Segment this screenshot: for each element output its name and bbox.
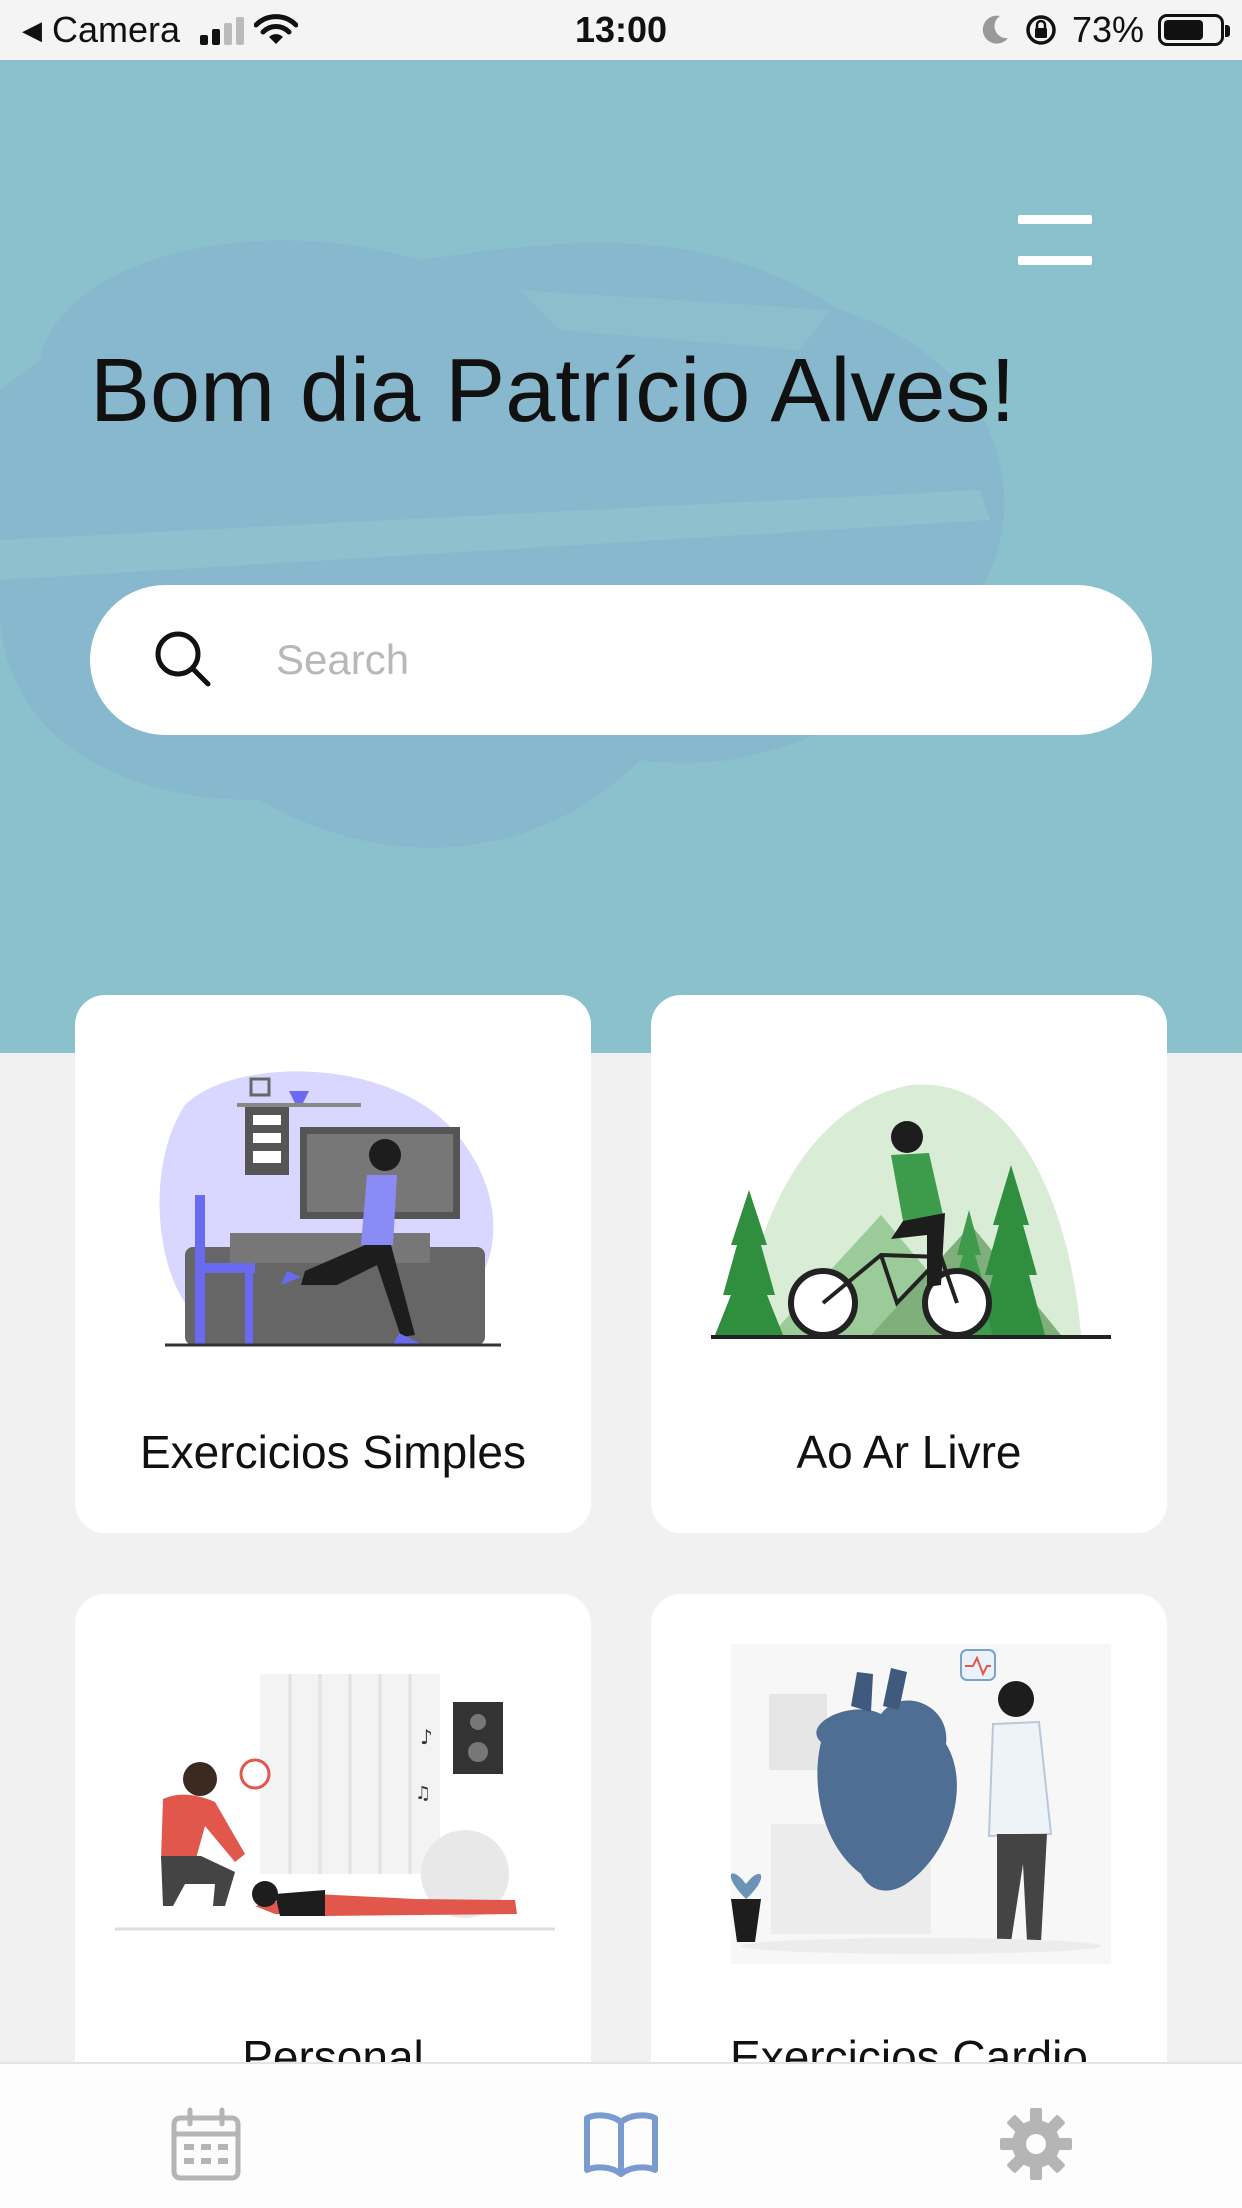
background-blob <box>0 240 1005 848</box>
svg-text:♫: ♫ <box>415 1783 431 1804</box>
status-bar: ◀ Camera 13:00 73% <box>0 0 1242 60</box>
greeting-title: Bom dia Patrício Alves! <box>90 341 1016 441</box>
battery-percent: 73% <box>1071 9 1144 50</box>
category-card-ao-ar-livre[interactable]: Ao Ar Livre <box>651 995 1167 1533</box>
orientation-lock-icon <box>1026 15 1056 45</box>
nav-calendar[interactable] <box>166 2104 246 2184</box>
svg-text:♪: ♪ <box>420 1725 433 1749</box>
category-label: Exercicios Simples <box>140 1426 526 1478</box>
moon-icon <box>982 15 1008 44</box>
category-card-exercicios-simples[interactable]: Exercicios Simples <box>75 995 591 1533</box>
hamburger-menu-icon <box>1018 215 1092 224</box>
status-right: 73% <box>980 9 1230 51</box>
battery-icon <box>1158 14 1230 46</box>
search-bar[interactable] <box>90 585 1152 735</box>
nav-settings[interactable] <box>996 2104 1076 2184</box>
hero-header: Bom dia Patrício Alves! <box>0 60 1242 1053</box>
hamburger-line <box>1018 256 1092 265</box>
book-icon <box>584 2112 658 2177</box>
menu-button[interactable] <box>1018 215 1092 265</box>
search-icon <box>155 631 211 687</box>
calendar-icon <box>171 2107 241 2181</box>
category-card-personal[interactable]: ♪ ♫ Personal <box>75 1594 591 2134</box>
nav-library[interactable] <box>581 2104 661 2184</box>
category-card-exercicios-cardio[interactable]: Exercicios Cardio <box>651 1594 1167 2134</box>
category-label: Ao Ar Livre <box>796 1426 1022 1478</box>
bottom-navigation <box>0 2062 1242 2208</box>
gear-icon <box>1000 2108 1072 2180</box>
search-input[interactable] <box>276 625 1096 695</box>
